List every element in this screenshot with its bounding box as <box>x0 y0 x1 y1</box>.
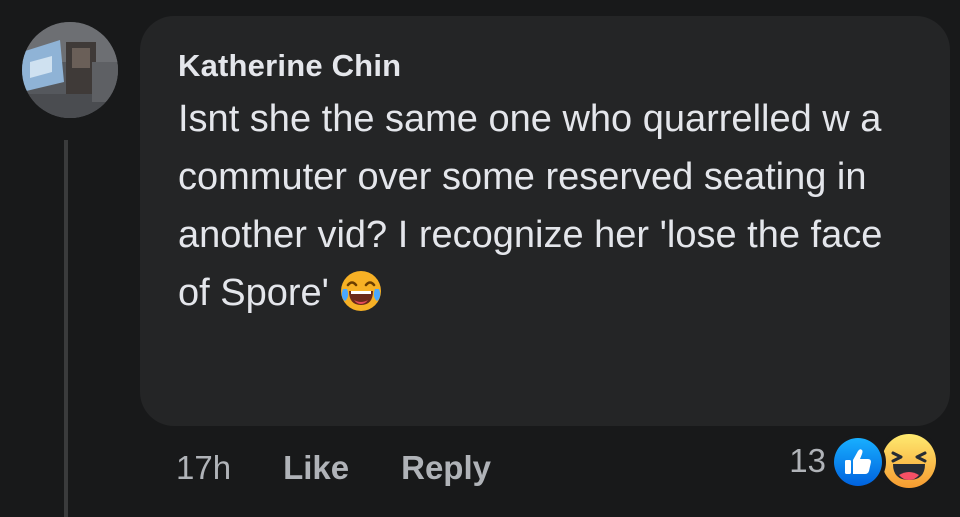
haha-reaction-icon <box>878 430 940 492</box>
reaction-summary[interactable]: 13 <box>789 430 940 492</box>
reaction-icons <box>830 430 940 492</box>
reaction-count: 13 <box>789 442 826 479</box>
comment-text: Isnt she the same one who quarrelled w a… <box>178 98 883 314</box>
comment-thread: Katherine Chin Isnt she the same one who… <box>0 0 960 517</box>
like-button[interactable]: Like <box>283 449 349 487</box>
comment-actions: 17h Like Reply <box>176 446 491 490</box>
comment-body: Isnt she the same one who quarrelled w a… <box>178 90 898 322</box>
comment-author-name[interactable]: Katherine Chin <box>178 46 912 86</box>
like-reaction-icon <box>830 434 886 490</box>
comment-bubble: Katherine Chin Isnt she the same one who… <box>140 16 950 426</box>
thread-connector-line <box>64 140 68 517</box>
comment-timestamp[interactable]: 17h <box>176 449 231 487</box>
avatar[interactable] <box>22 22 118 118</box>
reply-button[interactable]: Reply <box>401 449 491 487</box>
avatar-image <box>22 22 118 118</box>
laughing-with-tears-icon <box>339 269 383 313</box>
